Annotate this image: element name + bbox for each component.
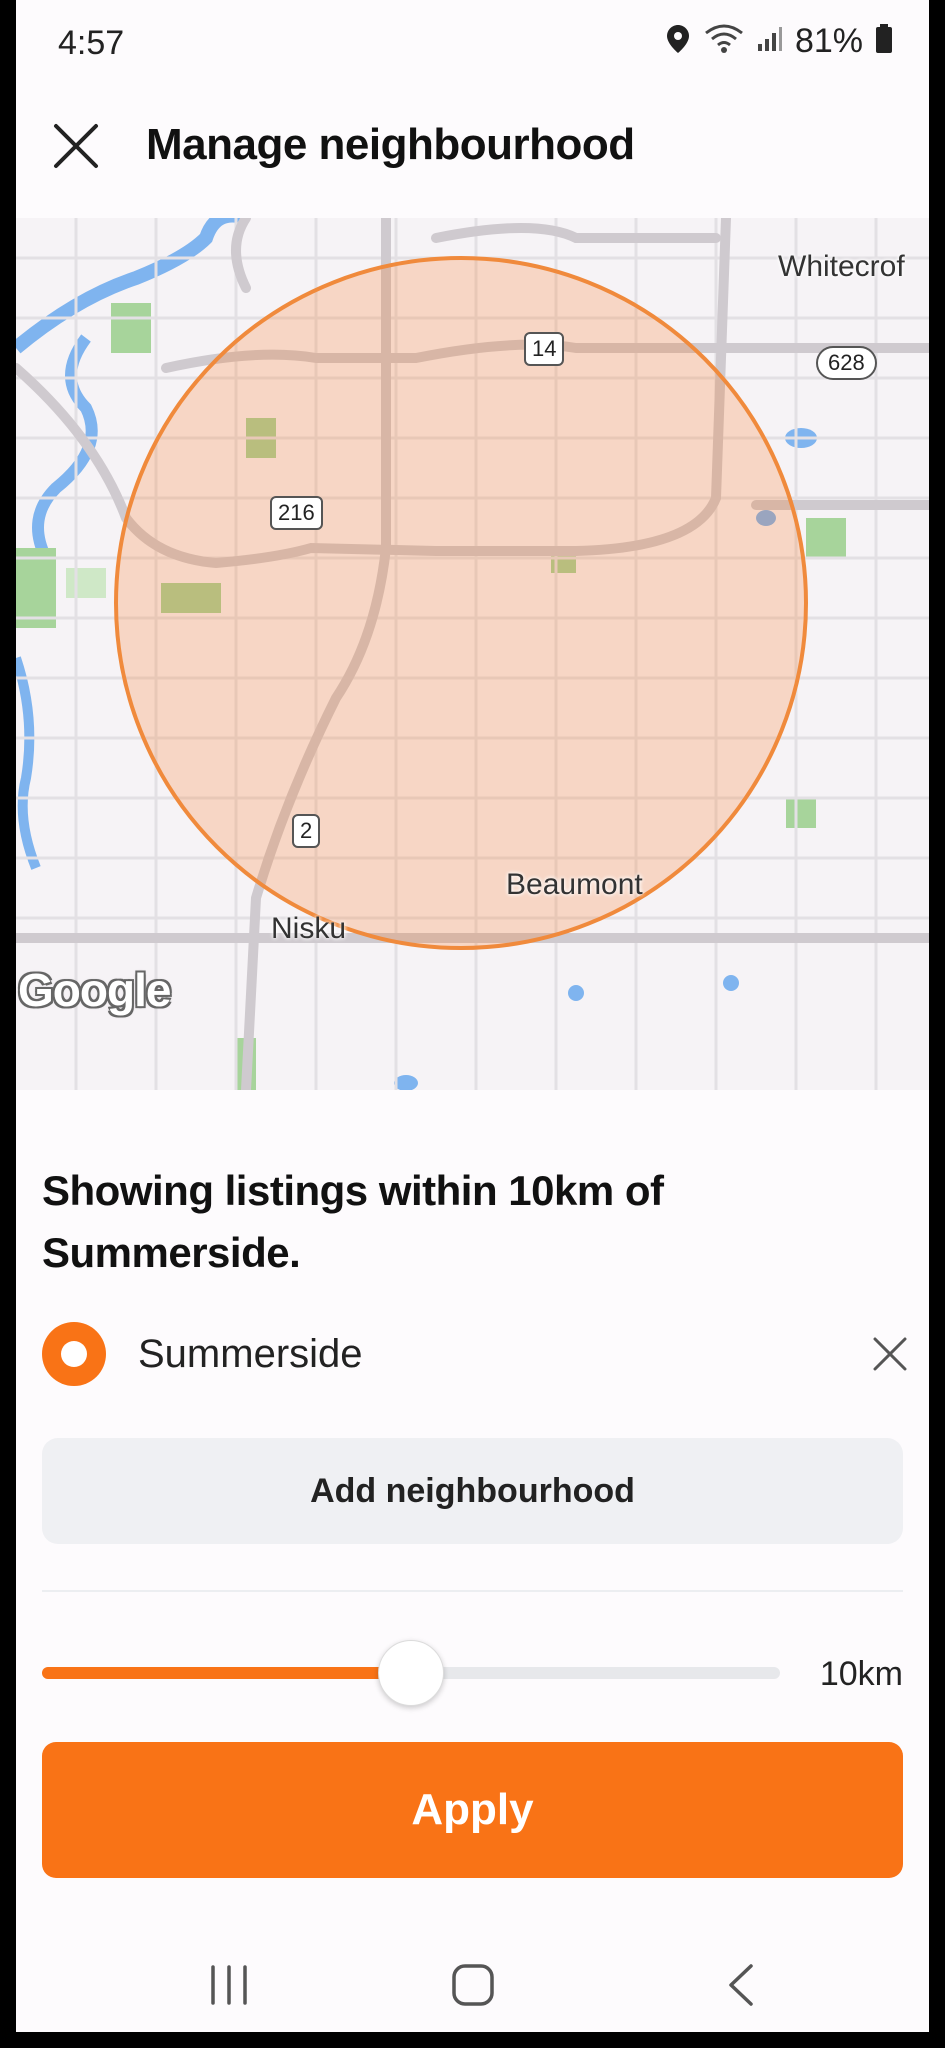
signal-icon xyxy=(757,26,783,57)
screen: 4:57 81% Manage neighbourhood Whitecrof … xyxy=(16,0,929,2032)
wifi-icon xyxy=(703,23,745,60)
park xyxy=(786,798,816,828)
recent-apps-icon xyxy=(211,1965,247,2005)
neighbourhood-radio[interactable] xyxy=(42,1322,106,1386)
apply-button[interactable]: Apply xyxy=(42,1742,903,1878)
battery-percent: 81% xyxy=(794,22,863,60)
search-radius-circle xyxy=(114,256,808,950)
remove-neighbourhood-button[interactable] xyxy=(868,1332,912,1376)
highway-shield-216: 216 xyxy=(270,496,323,530)
close-icon xyxy=(873,1337,907,1371)
back-button[interactable] xyxy=(706,1955,776,2015)
park xyxy=(16,548,56,628)
bottom-sheet: Showing listings within 10km of Summersi… xyxy=(16,1090,929,2032)
map-view[interactable]: Whitecrof Beaumont Nisku 14 628 216 2 Go… xyxy=(16,218,929,1090)
divider xyxy=(42,1590,903,1592)
radius-slider[interactable] xyxy=(42,1640,780,1706)
system-nav-bar xyxy=(16,1935,929,2032)
header: Manage neighbourhood xyxy=(16,90,929,218)
add-neighbourhood-button[interactable]: Add neighbourhood xyxy=(42,1438,903,1544)
google-logo: Google xyxy=(18,964,171,1016)
map-graphic xyxy=(16,218,929,1090)
status-icons: 81% xyxy=(665,22,893,61)
park xyxy=(66,568,106,598)
highway-shield-2: 2 xyxy=(292,814,321,848)
battery-icon xyxy=(875,24,893,59)
home-button[interactable] xyxy=(438,1955,508,2015)
radius-value: 10km xyxy=(819,1655,903,1693)
close-icon xyxy=(54,124,98,168)
location-icon xyxy=(665,24,691,59)
map-label-whitecourt: Whitecrof xyxy=(778,250,905,283)
lake xyxy=(723,975,739,991)
recent-apps-button[interactable] xyxy=(194,1955,264,2015)
status-time: 4:57 xyxy=(58,24,125,62)
park xyxy=(111,303,151,353)
river-south xyxy=(16,656,41,870)
map-label-nisku: Nisku xyxy=(271,912,347,945)
highway-shield-628: 628 xyxy=(816,346,877,380)
map-label-beaumont: Beaumont xyxy=(506,868,643,901)
radius-summary: Showing listings within 10km of Summersi… xyxy=(42,1167,664,1276)
back-icon xyxy=(729,1964,753,2006)
slider-thumb[interactable] xyxy=(378,1640,444,1706)
slider-fill xyxy=(42,1667,411,1679)
lake xyxy=(394,1075,418,1090)
neighbourhood-name: Summerside xyxy=(138,1332,363,1376)
status-bar: 4:57 81% xyxy=(16,0,929,90)
park xyxy=(806,518,846,558)
lake xyxy=(568,985,584,1001)
home-icon xyxy=(452,1964,494,2006)
close-button[interactable] xyxy=(44,114,108,178)
radio-dot xyxy=(61,1341,87,1367)
page-title: Manage neighbourhood xyxy=(146,120,635,169)
neighbourhood-row[interactable]: Summerside xyxy=(42,1322,912,1388)
highway-shield-14: 14 xyxy=(524,332,565,366)
